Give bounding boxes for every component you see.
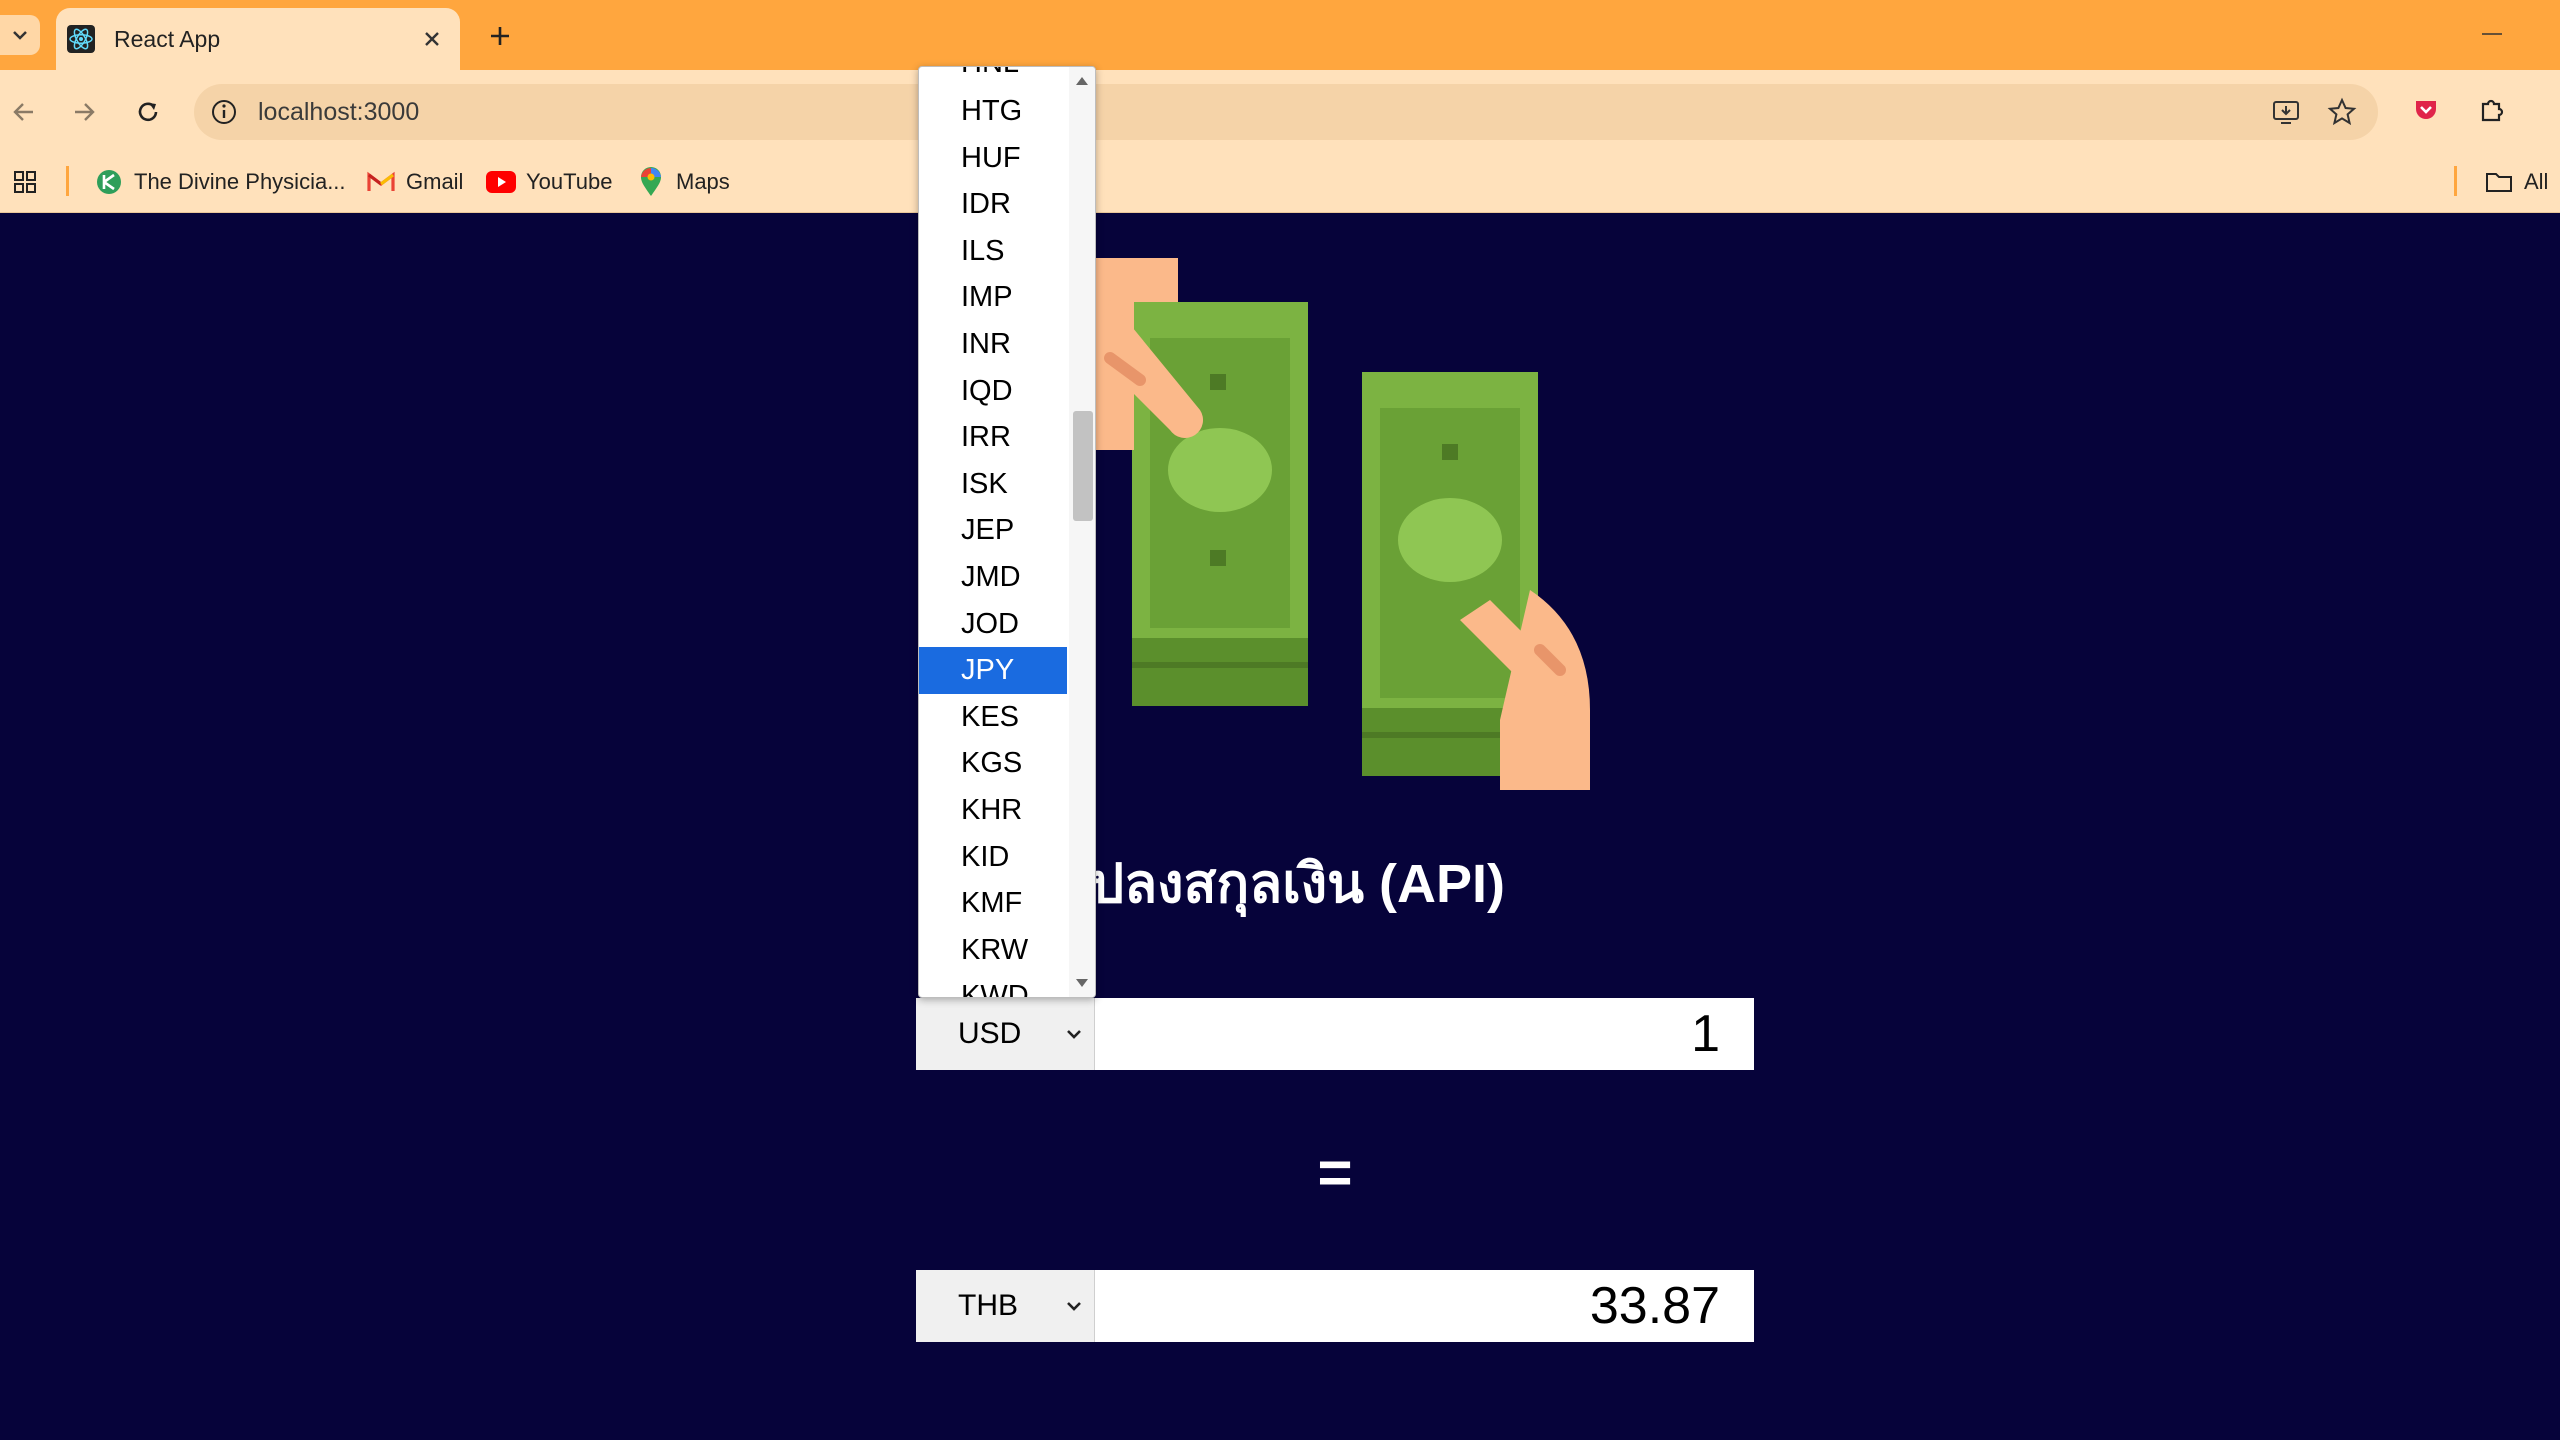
bookmark-star-icon[interactable] — [2324, 94, 2360, 130]
dropdown-options: HTG HUF IDR ILS IMP INR IQD IRR ISK JEP … — [919, 88, 1067, 997]
maps-pin-icon — [636, 167, 666, 197]
dropdown-option[interactable]: HTG — [919, 88, 1067, 135]
minimize-window-button[interactable] — [2472, 20, 2512, 50]
new-tab-button[interactable] — [480, 16, 520, 56]
arrow-right-icon — [75, 103, 95, 121]
tab-react-app[interactable]: React App — [56, 8, 460, 70]
minimize-icon — [2482, 33, 2502, 35]
dropdown-option[interactable]: IRR — [919, 414, 1067, 461]
bookmarks-separator — [66, 166, 69, 196]
bookmark-gmail[interactable]: Gmail — [366, 164, 463, 200]
reload-icon — [138, 102, 158, 122]
dropdown-option[interactable]: HUF — [919, 135, 1067, 182]
bookmarks-separator — [2454, 166, 2457, 196]
dropdown-option[interactable]: IQD — [919, 368, 1067, 415]
dropdown-option[interactable]: KWD — [919, 973, 1067, 997]
to-currency-value: THB — [958, 1289, 1018, 1322]
bookmark-label: Gmail — [406, 169, 464, 194]
back-button[interactable] — [2, 90, 46, 134]
dropdown-option[interactable]: JMD — [919, 554, 1067, 601]
dropdown-option[interactable]: JOD — [919, 601, 1067, 648]
scroll-up-arrow-icon[interactable] — [1076, 77, 1088, 85]
chevron-down-icon — [1067, 1302, 1081, 1311]
page-title: แปลงสกุลเงิน (API) — [1054, 854, 1505, 914]
address-bar[interactable]: localhost:3000 — [194, 84, 2378, 140]
bookmark-youtube[interactable]: YouTube — [486, 164, 612, 200]
currency-dropdown-list[interactable]: HNL HTG HUF IDR ILS IMP INR IQD IRR ISK … — [918, 66, 1096, 998]
dropdown-option[interactable]: KES — [919, 694, 1067, 741]
extensions-puzzle-icon[interactable] — [2472, 90, 2512, 130]
chevron-down-icon — [1067, 1030, 1081, 1039]
dropdown-option[interactable]: KHR — [919, 787, 1067, 834]
tab-strip: React App — [0, 0, 2560, 70]
scrollbar-thumb[interactable] — [1073, 411, 1093, 521]
apps-grid-icon — [14, 171, 36, 193]
react-icon — [66, 24, 96, 54]
dropdown-option[interactable]: HNL — [961, 67, 1019, 80]
folder-icon — [2484, 167, 2514, 197]
tab-title: React App — [114, 25, 221, 52]
pocket-extension-icon[interactable] — [2406, 90, 2446, 130]
youtube-icon — [486, 167, 516, 197]
divine-physician-icon — [94, 167, 124, 197]
dropdown-option[interactable]: KGS — [919, 740, 1067, 787]
dropdown-option[interactable]: ILS — [919, 228, 1067, 275]
to-amount-output: 33.87 — [1589, 1277, 1720, 1335]
to-currency-select[interactable]: THB — [916, 1270, 1095, 1342]
from-currency-row: USD 1 — [916, 998, 1754, 1070]
site-info-icon[interactable] — [208, 96, 240, 128]
from-currency-select[interactable]: USD — [916, 998, 1095, 1070]
all-bookmarks-label: All — [2524, 169, 2549, 194]
dropdown-option[interactable]: KMF — [919, 880, 1067, 927]
chevron-down-icon — [13, 31, 27, 40]
money-exchange-illustration — [1090, 258, 1590, 790]
dropdown-option[interactable]: KRW — [919, 927, 1067, 974]
bookmarks-bar: The Divine Physicia... Gmail YouTube Map… — [0, 152, 2560, 213]
dropdown-option[interactable]: INR — [919, 321, 1067, 368]
reload-button[interactable] — [126, 90, 170, 134]
to-currency-row: THB 33.87 — [916, 1270, 1754, 1342]
browser-toolbar: localhost:3000 — [0, 70, 2560, 152]
dropdown-option[interactable]: IDR — [919, 181, 1067, 228]
bookmark-label: Maps — [676, 169, 730, 194]
bookmark-maps[interactable]: Maps — [636, 164, 730, 200]
apps-button[interactable] — [12, 164, 38, 200]
install-app-icon[interactable] — [2268, 94, 2304, 130]
plus-icon — [491, 27, 509, 45]
tab-close-button[interactable] — [414, 21, 450, 57]
all-bookmarks-button[interactable]: All — [2484, 164, 2548, 200]
dropdown-option[interactable]: KID — [919, 834, 1067, 881]
arrow-left-icon — [13, 103, 33, 121]
tab-search-button[interactable] — [0, 15, 40, 55]
equals-sign: = — [1317, 1139, 1353, 1206]
bookmark-label: YouTube — [526, 169, 613, 194]
dropdown-option[interactable]: JEP — [919, 507, 1067, 554]
dropdown-scrollbar[interactable] — [1069, 67, 1095, 997]
dropdown-option-highlighted[interactable]: JPY — [919, 647, 1067, 694]
bookmark-divine-physician[interactable]: The Divine Physicia... — [94, 164, 346, 200]
scroll-down-arrow-icon[interactable] — [1076, 979, 1088, 987]
gmail-icon — [366, 167, 396, 197]
close-icon — [425, 32, 439, 46]
forward-button[interactable] — [62, 90, 106, 134]
bookmark-label: The Divine Physicia... — [134, 169, 346, 194]
from-amount-input[interactable]: 1 — [1691, 998, 1720, 1070]
from-currency-value: USD — [958, 1017, 1022, 1050]
dropdown-option[interactable]: IMP — [919, 274, 1067, 321]
dropdown-option[interactable]: ISK — [919, 461, 1067, 508]
url-text: localhost:3000 — [258, 98, 420, 126]
